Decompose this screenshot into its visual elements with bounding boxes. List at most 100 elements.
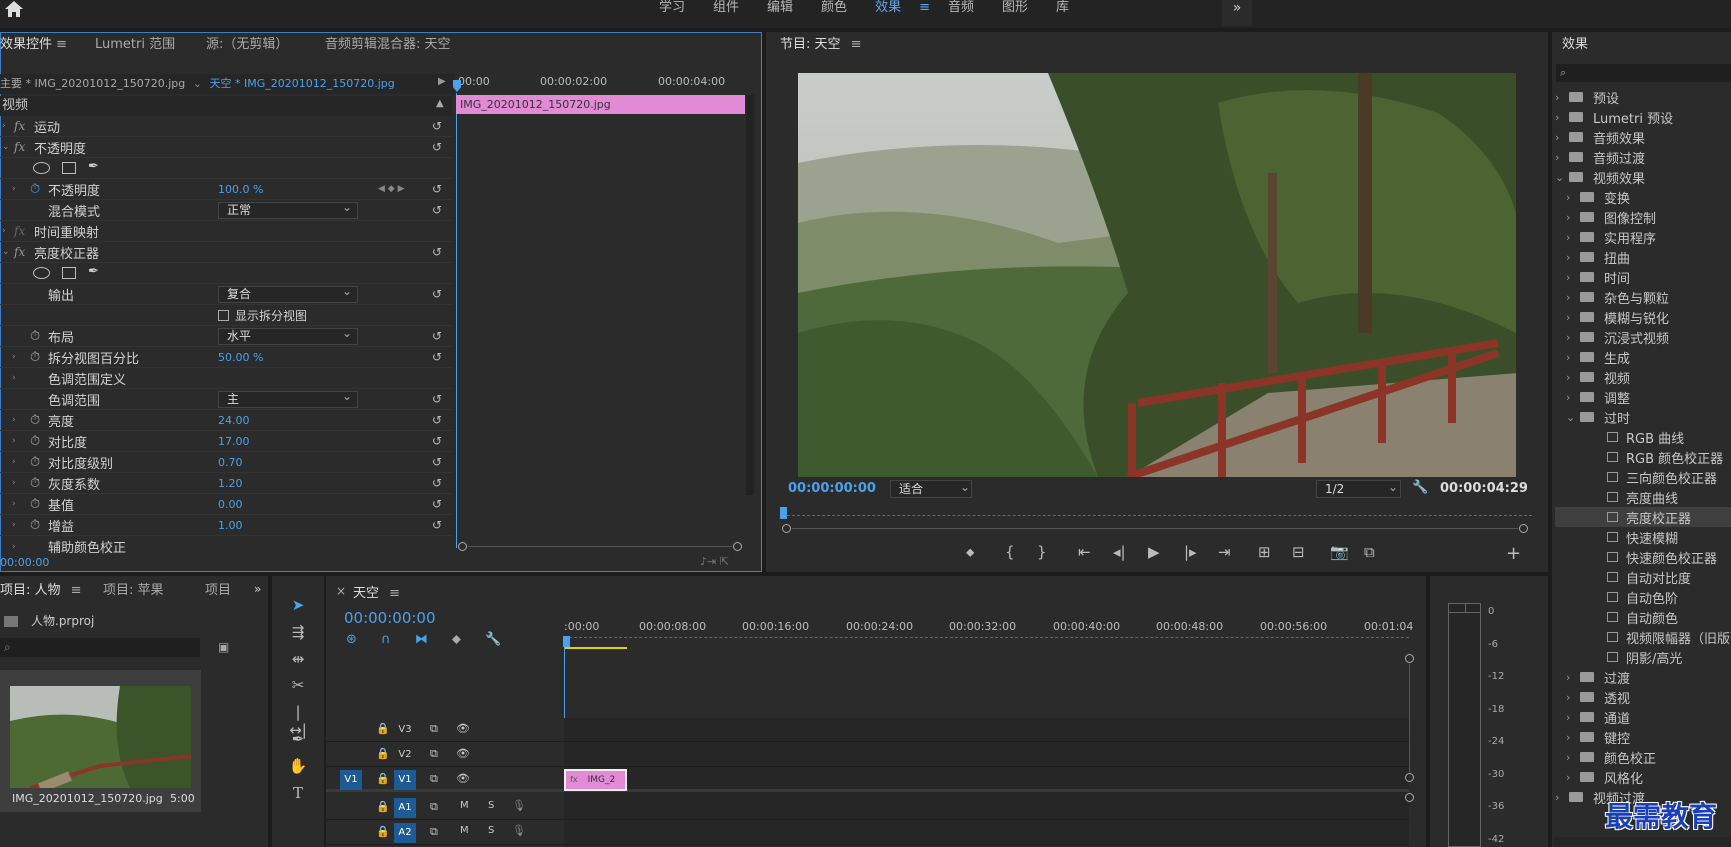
effects-tree-item[interactable]: › 模糊与锐化 bbox=[1566, 307, 1669, 327]
chevron-right-icon[interactable]: › bbox=[1566, 311, 1580, 324]
effects-tree-item[interactable]: › Lumetri 预设 bbox=[1555, 107, 1673, 127]
sync-lock-icon[interactable]: ⧉ bbox=[430, 825, 438, 839]
lift-icon[interactable]: ⊞ bbox=[1258, 543, 1271, 561]
track-a2-label[interactable]: A2 bbox=[394, 823, 416, 843]
reset-icon[interactable]: ↺ bbox=[432, 329, 442, 343]
chevron-right-icon[interactable]: › bbox=[1555, 151, 1569, 164]
track-v1-label[interactable]: V1 bbox=[394, 770, 416, 790]
lock-icon[interactable]: 🔒 bbox=[376, 722, 390, 735]
sync-lock-icon[interactable]: ⧉ bbox=[430, 722, 438, 736]
chevron-right-icon[interactable]: › bbox=[1555, 91, 1569, 104]
workspace-tab-graphics[interactable]: 图形 bbox=[988, 0, 1042, 20]
solo-button[interactable]: S bbox=[488, 825, 494, 836]
wrench-icon[interactable]: 🔧 bbox=[1412, 480, 1428, 495]
output-select[interactable]: 复合 bbox=[218, 284, 358, 303]
opacity-value[interactable]: 100.0 % bbox=[218, 183, 263, 196]
timeline-settings-icon[interactable]: 🔧 bbox=[485, 632, 501, 647]
effects-tree-item[interactable]: › 杂色与颗粒 bbox=[1566, 287, 1669, 307]
effect-brightness-corrector[interactable]: ⌄ fx 亮度校正器 ↺ bbox=[0, 242, 452, 263]
tab-project-people[interactable]: 项目: 人物 ≡ bbox=[0, 578, 82, 604]
mark-in-icon[interactable]: { bbox=[1005, 543, 1015, 561]
play-only-icon[interactable]: ▶ bbox=[438, 76, 446, 87]
prop-opacity[interactable]: › ⏱ 不透明度 100.0 % ◀ ◆ ▶ ↺ bbox=[0, 179, 452, 200]
reset-icon[interactable]: ↺ bbox=[432, 287, 442, 301]
stopwatch-icon[interactable]: ⏱ bbox=[30, 518, 40, 533]
reset-icon[interactable]: ↺ bbox=[432, 182, 442, 196]
effects-tree-item[interactable]: › 过渡 bbox=[1566, 667, 1630, 687]
home-icon[interactable] bbox=[4, 0, 24, 20]
timeline-clip[interactable]: fx IMG_2 bbox=[564, 769, 627, 791]
workspace-tab-libraries[interactable]: 库 bbox=[1042, 0, 1083, 20]
brightness-value[interactable]: 24.00 bbox=[218, 414, 250, 427]
effects-tree-item[interactable]: 自动对比度 bbox=[1577, 567, 1691, 587]
reset-icon[interactable]: ↺ bbox=[432, 476, 442, 490]
chevron-down-icon[interactable]: ⌄ bbox=[1566, 411, 1580, 424]
gain-value[interactable]: 1.00 bbox=[218, 519, 243, 532]
hand-tool-icon[interactable]: ✋ bbox=[288, 757, 308, 777]
stopwatch-icon[interactable]: ⏱ bbox=[30, 329, 40, 344]
effect-motion[interactable]: › fx 运动 ↺ bbox=[0, 116, 452, 137]
ellipse-mask-icon[interactable] bbox=[33, 162, 50, 174]
track-select-tool-icon[interactable]: ⇶ bbox=[288, 623, 308, 643]
effects-tree-item[interactable]: › 实用程序 bbox=[1566, 227, 1656, 247]
solo-button[interactable]: S bbox=[488, 800, 494, 811]
effects-tree-item[interactable]: 快速模糊 bbox=[1577, 527, 1678, 547]
effects-tree-item[interactable]: › 透视 bbox=[1566, 687, 1630, 707]
pen-mask-icon[interactable]: ✒ bbox=[88, 264, 99, 279]
mic-icon[interactable]: 🎙 bbox=[512, 824, 526, 837]
workspace-tab-effects[interactable]: 效果 bbox=[861, 0, 915, 20]
program-zoom-bar[interactable] bbox=[782, 524, 1530, 534]
step-forward-icon[interactable]: |▸ bbox=[1184, 543, 1197, 561]
ec-clip-bar[interactable]: IMG_20201012_150720.jpg bbox=[456, 95, 745, 114]
chevron-right-icon[interactable]: › bbox=[1566, 291, 1580, 304]
eye-icon[interactable]: 👁 bbox=[456, 722, 470, 735]
effects-tree-item[interactable]: › 调整 bbox=[1566, 387, 1630, 407]
effects-tree-item[interactable]: ⌄ 视频效果 bbox=[1555, 167, 1645, 187]
snap-icon[interactable]: ∩ bbox=[381, 632, 391, 647]
keyframe-nav-icon[interactable]: ◀ ◆ ▶ bbox=[378, 184, 405, 194]
workspace-tab-learn[interactable]: 学习 bbox=[645, 0, 699, 20]
effects-tree-item[interactable]: ⌄ 过时 bbox=[1566, 407, 1630, 427]
pedestal-value[interactable]: 0.00 bbox=[218, 498, 243, 511]
ec-zoom-scrollbar[interactable] bbox=[456, 541, 746, 553]
mute-button[interactable]: M bbox=[460, 800, 469, 811]
ripple-edit-tool-icon[interactable]: ⇹ bbox=[288, 650, 308, 670]
eye-icon[interactable]: 👁 bbox=[456, 772, 470, 785]
new-bin-icon[interactable]: ▣ bbox=[218, 640, 229, 654]
chevron-right-icon[interactable]: › bbox=[1555, 791, 1569, 804]
timeline-ruler[interactable]: :00:00 00:00:08:00 00:00:16:00 00:00:24:… bbox=[564, 616, 1413, 652]
reset-icon[interactable]: ↺ bbox=[432, 455, 442, 469]
prop-gamma[interactable]: › ⏱ 灰度系数 1.20 ↺ bbox=[0, 473, 452, 494]
export-frame-icon[interactable]: ♪⇥ ⇱ bbox=[700, 555, 729, 568]
blend-mode-select[interactable]: 正常 bbox=[218, 200, 358, 219]
chevron-right-icon[interactable]: › bbox=[1566, 271, 1580, 284]
stopwatch-icon[interactable]: ⏱ bbox=[30, 455, 40, 470]
tab-audio-clip-mixer[interactable]: 音频剪辑混合器: 天空 bbox=[325, 32, 451, 58]
effects-tree-item[interactable]: 视频限幅器（旧版） bbox=[1577, 627, 1731, 647]
program-timecode[interactable]: 00:00:00:00 bbox=[788, 481, 876, 496]
effects-tree-item[interactable]: › 通道 bbox=[1566, 707, 1630, 727]
track-v2-label[interactable]: V2 bbox=[394, 745, 416, 765]
workspace-tab-audio[interactable]: 音频 bbox=[934, 0, 988, 20]
project-search-input[interactable]: ⌕ bbox=[0, 638, 200, 657]
extract-icon[interactable]: ⊟ bbox=[1292, 543, 1305, 561]
chevron-right-icon[interactable]: › bbox=[1566, 251, 1580, 264]
pen-tool-icon[interactable]: ✒ bbox=[288, 730, 308, 750]
chevron-right-icon[interactable]: › bbox=[1566, 191, 1580, 204]
stopwatch-icon[interactable]: ⏱ bbox=[30, 476, 40, 491]
effects-tree-item[interactable]: › 生成 bbox=[1566, 347, 1630, 367]
prop-contrast-level[interactable]: › ⏱ 对比度级别 0.70 ↺ bbox=[0, 452, 452, 473]
effects-tree-item[interactable]: 自动色阶 bbox=[1577, 587, 1678, 607]
effects-tree-item[interactable]: 快速颜色校正器 bbox=[1577, 547, 1717, 567]
chevron-down-icon[interactable]: ⌄ bbox=[1555, 171, 1569, 184]
eye-icon[interactable]: 👁 bbox=[456, 747, 470, 760]
chevron-right-icon[interactable]: › bbox=[1566, 371, 1580, 384]
effects-tree-item[interactable]: RGB 曲线 bbox=[1577, 427, 1684, 447]
effects-tree-item[interactable]: 亮度校正器 bbox=[1555, 507, 1731, 527]
source-patch-v1[interactable]: V1 bbox=[340, 770, 362, 790]
stopwatch-icon[interactable]: ⏱ bbox=[30, 350, 40, 365]
effects-tree-item[interactable]: 自动颜色 bbox=[1577, 607, 1678, 627]
collapse-icon[interactable]: ▲ bbox=[436, 98, 444, 109]
linked-selection-icon[interactable]: ⧓ bbox=[415, 632, 428, 647]
mic-icon[interactable]: 🎙 bbox=[512, 799, 526, 812]
